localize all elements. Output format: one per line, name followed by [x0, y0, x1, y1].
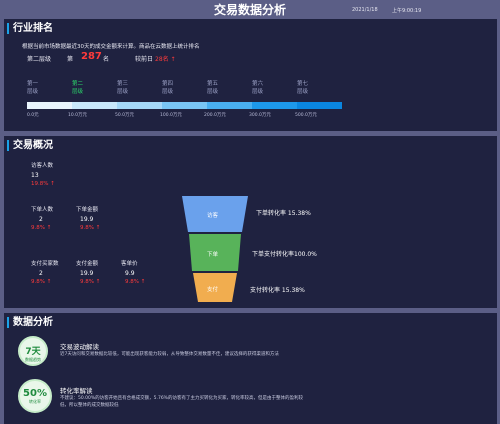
rank-prefix: 第: [67, 56, 74, 63]
kpi-change: 9.8% ↑: [31, 279, 52, 285]
compare-value: 28名 ↑: [155, 56, 176, 63]
badge-caption: 转化率: [29, 399, 41, 404]
tier-1[interactable]: 第一 层级: [27, 80, 38, 96]
kpi-label: 访客人数: [31, 163, 54, 169]
kpi-value: 13: [31, 172, 39, 179]
industry-ranking-panel: 行业排名 根据当前市场数据最近30天的成交金额来计算。商品在云数据上统计排名 第…: [4, 19, 497, 131]
section-title-overview: 交易概况: [7, 140, 53, 151]
tier-label: 第六: [252, 81, 264, 87]
app-header: 交易数据分析 2021/1/18 上午9:00:19: [0, 0, 500, 18]
badge-value: 7天: [25, 347, 41, 357]
conversion-badge: 50% 转化率: [18, 379, 52, 413]
kpi-change: 9.8% ↑: [80, 279, 101, 285]
kpi-order-amount: 下单金额 19.9 9.8% ↑: [76, 206, 100, 233]
rank-value: 287: [81, 51, 102, 62]
kpi-unit-price: 客单价 9.9 9.8% ↑: [121, 260, 145, 287]
page-title: 交易数据分析: [213, 3, 286, 17]
analysis-body-conversion: 不建议：50.00%的访客开始且有合格成交额，5.76%的访客有了主力买转化为买…: [60, 396, 303, 408]
tick-label: 100.0万元: [160, 113, 182, 118]
kpi-label: 客单价: [121, 261, 138, 267]
tick-label: 500.0万元: [295, 113, 317, 118]
kpi-pay-amount: 支付金额 19.9 9.8% ↑: [76, 260, 100, 287]
kpi-order-people: 下单人数 2 9.8% ↑: [31, 206, 53, 233]
tick-label: 300.0万元: [249, 113, 271, 118]
kpi-change: 19.8% ↑: [31, 181, 55, 187]
tier-label: 第五: [207, 81, 219, 87]
funnel-label-order: 下单: [207, 252, 219, 258]
tier-6[interactable]: 第六 层级: [252, 80, 263, 96]
tier-label: 第七: [297, 81, 309, 87]
tier-segment: [207, 102, 252, 109]
tier-3[interactable]: 第三 层级: [117, 80, 128, 96]
tick-label: 200.0万元: [204, 113, 226, 118]
kpi-value: 19.9: [80, 270, 94, 277]
tier-label: 第三: [117, 81, 129, 87]
tier-label: 层级: [297, 89, 309, 95]
analysis-title-conversion: 转化率解读: [60, 387, 93, 395]
tier-5[interactable]: 第五 层级: [207, 80, 218, 96]
tier-label: 层级: [72, 89, 84, 95]
kpi-value: 2: [39, 270, 43, 277]
tier-label: 层级: [252, 89, 264, 95]
tier-scale-bar: [27, 102, 342, 109]
kpi-value: 19.9: [80, 216, 94, 223]
ranking-description: 根据当前市场数据最近30天的成交金额来计算。商品在云数据上统计排名: [22, 44, 200, 50]
tier-segment: [297, 102, 342, 109]
tier-label: 第四: [162, 81, 174, 87]
analysis-body-volatility: 近7天访问和交易数据比较低，可能出现获客能力较弱，从导致整体交易数量不佳，建议选…: [60, 352, 279, 357]
tier-7[interactable]: 第七 层级: [297, 80, 308, 96]
kpi-visitors: 访客人数 13 19.8% ↑: [31, 162, 55, 189]
tier-segment: [72, 102, 117, 109]
section-title-analysis: 数据分析: [7, 317, 53, 328]
tier-2[interactable]: 第二 层级: [72, 80, 83, 96]
section-title-industry: 行业排名: [7, 23, 53, 34]
kpi-change: 9.8% ↑: [125, 279, 146, 285]
kpi-value: 9.9: [125, 270, 135, 277]
pay-conversion-rate: 支付转化率 15.38%: [250, 287, 305, 294]
tier-label: 层级: [117, 89, 129, 95]
overview-panel: 交易概况 访客人数 13 19.8% ↑ 下单人数 2 9.8% ↑ 下单金额 …: [4, 136, 497, 308]
tier-4[interactable]: 第四 层级: [162, 80, 173, 96]
level-label: 第二层级: [27, 56, 52, 63]
badge-value: 50%: [23, 388, 47, 399]
kpi-buyers: 支付买家数 2 9.8% ↑: [31, 260, 59, 287]
tier-label: 第一: [27, 81, 39, 87]
funnel-label-visitors: 访客: [207, 213, 219, 219]
tier-segment: [162, 102, 207, 109]
tier-label: 第二: [72, 81, 84, 87]
tier-segment: [117, 102, 162, 109]
tick-label: 10.0万元: [68, 113, 88, 118]
kpi-change: 9.8% ↑: [80, 225, 101, 231]
tier-segment: [27, 102, 72, 109]
kpi-label: 下单人数: [31, 207, 54, 213]
tick-label: 50.0万元: [115, 113, 135, 118]
order-conversion-rate: 下单转化率 15.38%: [256, 210, 311, 217]
tier-label: 层级: [207, 89, 219, 95]
kpi-label: 下单金额: [76, 207, 99, 213]
analysis-title-volatility: 交易波动解读: [60, 343, 99, 351]
compare-label: 较前日: [135, 56, 154, 63]
tier-segment: [252, 102, 297, 109]
badge-caption: 数据趋势: [25, 357, 41, 362]
kpi-change: 9.8% ↑: [31, 225, 52, 231]
tier-label: 层级: [27, 89, 39, 95]
funnel-label-pay: 支付: [207, 287, 219, 293]
header-time: 上午9:00:19: [392, 8, 422, 14]
kpi-value: 2: [39, 216, 43, 223]
kpi-label: 支付买家数: [31, 261, 59, 267]
tier-label: 层级: [162, 89, 174, 95]
header-date: 2021/1/18: [352, 7, 378, 13]
tick-label: 0.0元: [27, 113, 39, 118]
order-pay-conversion-rate: 下单支付转化率100.0%: [252, 251, 317, 258]
kpi-label: 支付金额: [76, 261, 99, 267]
trend-badge: 7天 数据趋势: [18, 336, 48, 366]
analysis-panel: 数据分析 7天 数据趋势 交易波动解读 近7天访问和交易数据比较低，可能出现获客…: [4, 313, 497, 424]
rank-suffix: 名: [103, 56, 110, 63]
